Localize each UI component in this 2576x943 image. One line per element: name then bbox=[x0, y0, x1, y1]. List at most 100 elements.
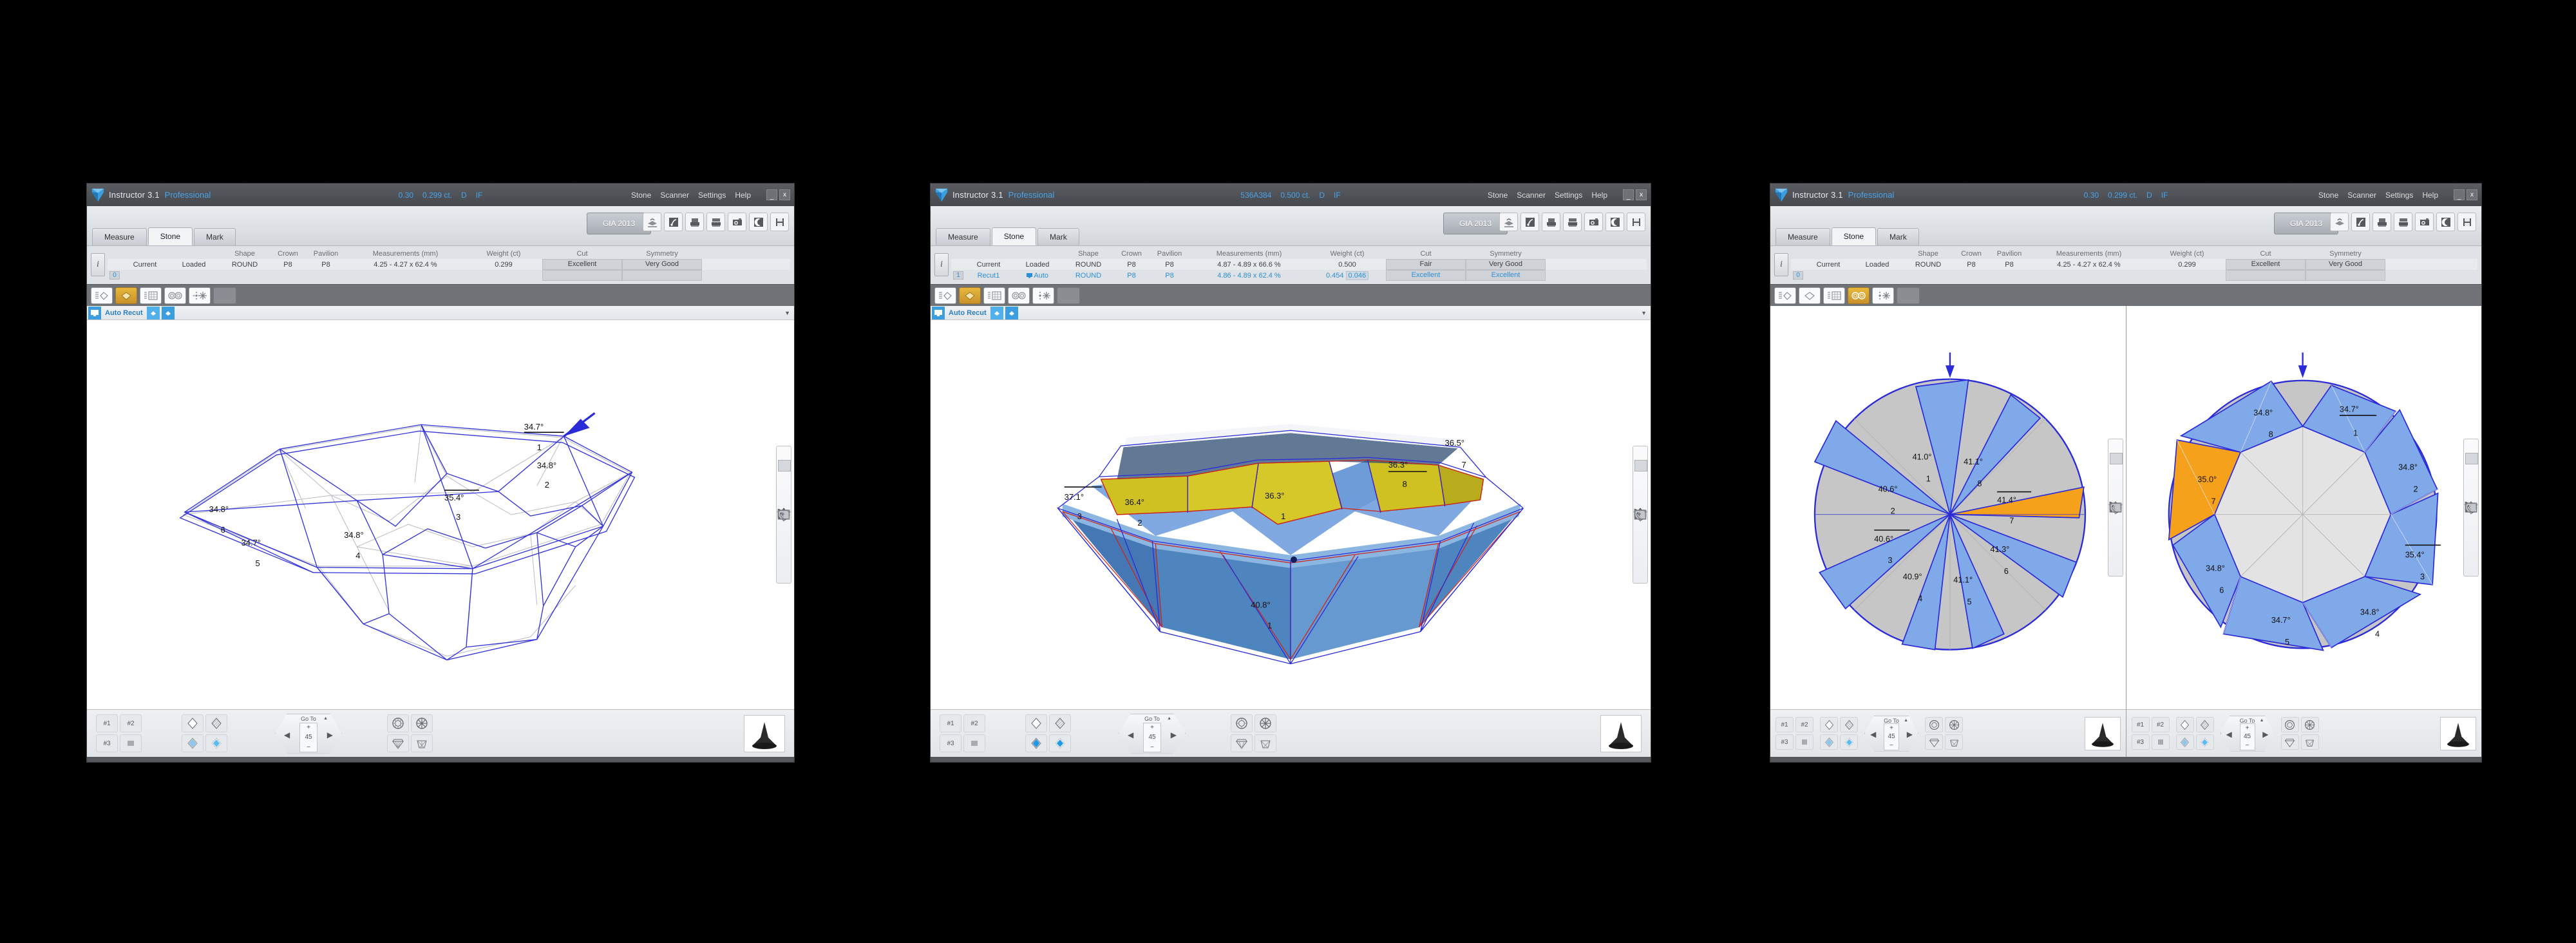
outline-diamond-icon[interactable] bbox=[182, 714, 204, 732]
caret-up-icon[interactable]: ▲ bbox=[1167, 716, 1171, 721]
table-list-icon[interactable] bbox=[983, 287, 1005, 304]
preset-1-button[interactable]: #1 bbox=[2131, 717, 2150, 732]
lines-icon[interactable] bbox=[120, 734, 142, 752]
table-row[interactable]: Current Loaded ROUND P8 P8 4.25 - 4.27 x… bbox=[108, 259, 790, 270]
grading-standard-button[interactable]: GIA 2013 bbox=[2274, 213, 2338, 234]
arrow-right-icon[interactable]: ▶ bbox=[1907, 730, 1913, 739]
round-top-icon[interactable] bbox=[1231, 714, 1253, 732]
grading-standard-button[interactable]: GIA 2013 bbox=[1443, 213, 1508, 234]
pavilion-side-icon[interactable] bbox=[2300, 734, 2319, 750]
arrow-left-icon[interactable]: ◀ bbox=[284, 730, 290, 739]
contrast-icon[interactable] bbox=[749, 213, 768, 231]
goto-plus[interactable]: + bbox=[1889, 725, 1893, 732]
preset-1-button[interactable]: #1 bbox=[940, 714, 961, 732]
asterisk-icon[interactable] bbox=[2300, 717, 2319, 732]
preset-2-button[interactable]: #2 bbox=[1795, 717, 1814, 732]
pavilion-side-icon[interactable] bbox=[411, 734, 433, 752]
scan-icon[interactable] bbox=[664, 213, 683, 231]
filled-diamond-icon[interactable] bbox=[1049, 734, 1071, 752]
goto-minus[interactable]: − bbox=[307, 744, 310, 751]
asterisk-icon[interactable] bbox=[1255, 714, 1276, 732]
preset-2-button[interactable]: #2 bbox=[2151, 717, 2170, 732]
blank-icon[interactable] bbox=[213, 287, 236, 304]
tab-stone[interactable]: Stone bbox=[991, 227, 1037, 245]
table-row[interactable]: Current Loaded ROUND P8 P8 4.25 - 4.27 x… bbox=[1791, 259, 2477, 270]
arrow-right-icon[interactable]: ▶ bbox=[327, 730, 333, 739]
minimize-button[interactable]: _ bbox=[766, 189, 777, 200]
table-list-icon[interactable] bbox=[140, 287, 162, 304]
pavilion-side-icon[interactable] bbox=[1255, 734, 1276, 752]
preset-3-button[interactable]: #3 bbox=[2131, 734, 2150, 750]
fit-screen-icon[interactable] bbox=[2109, 502, 2123, 575]
shaded-diamond-icon[interactable] bbox=[1025, 734, 1047, 752]
round-top-icon[interactable] bbox=[1925, 717, 1943, 732]
fit-screen-icon[interactable] bbox=[777, 510, 791, 582]
viewport-crown-top[interactable]: 34.7° 1 34.8° 2 35.4° 3 34.8° 4 34.7° 5 … bbox=[2126, 306, 2481, 709]
goto-control[interactable]: Go To ▲ ◀ ▶ + 45 − bbox=[1119, 713, 1186, 754]
menu-scanner[interactable]: Scanner bbox=[660, 191, 689, 200]
viewport-3d-solid[interactable]: 37.1° 3 36.4° 2 36.3° 1 36.3° 8 36.5° 7 … bbox=[931, 320, 1651, 709]
hatched-diamond-icon[interactable] bbox=[1049, 714, 1071, 732]
goto-control[interactable]: Go To ▲ ◀ ▶ + 45 − bbox=[275, 713, 342, 754]
goto-stepper[interactable]: + 45 − bbox=[1143, 722, 1161, 752]
blank-icon[interactable] bbox=[1897, 287, 1920, 304]
list-shape-icon[interactable] bbox=[934, 287, 956, 304]
tab-stone[interactable]: Stone bbox=[147, 227, 193, 245]
filled-diamond-icon[interactable] bbox=[205, 734, 227, 752]
goto-stepper[interactable]: + 45 − bbox=[1884, 723, 1899, 750]
lines-icon[interactable] bbox=[2151, 734, 2170, 750]
table-row[interactable]: Current Loaded ROUND P8 P8 4.87 - 4.89 x… bbox=[951, 259, 1647, 270]
info-icon[interactable]: i bbox=[1774, 252, 1788, 276]
brilliant-side-icon[interactable] bbox=[1231, 734, 1253, 752]
scan-icon[interactable] bbox=[1520, 213, 1539, 231]
round-top-icon[interactable] bbox=[2280, 717, 2299, 732]
print-icon[interactable] bbox=[2372, 213, 2391, 231]
brilliant-side-icon[interactable] bbox=[387, 734, 409, 752]
goto-control[interactable]: Go To ▲ ◀ ▶ + 45 − bbox=[1864, 715, 1918, 752]
caret-up-icon[interactable]: ▲ bbox=[1904, 718, 1908, 723]
asterisk-icon[interactable] bbox=[411, 714, 433, 732]
tab-measure[interactable]: Measure bbox=[92, 228, 147, 245]
tab-stone[interactable]: Stone bbox=[1831, 227, 1877, 245]
sparkle-icon[interactable] bbox=[189, 287, 211, 304]
hatched-diamond-icon[interactable] bbox=[205, 714, 227, 732]
tab-mark[interactable]: Mark bbox=[194, 228, 236, 245]
save-icon[interactable] bbox=[2458, 213, 2476, 231]
preset-3-button[interactable]: #3 bbox=[940, 734, 961, 752]
grading-standard-button[interactable]: GIA 2013 bbox=[587, 213, 651, 234]
report-icon[interactable] bbox=[706, 213, 725, 231]
menu-settings[interactable]: Settings bbox=[1555, 191, 1582, 200]
preset-2-button[interactable]: #2 bbox=[120, 714, 142, 732]
load-stone-icon[interactable] bbox=[1499, 213, 1518, 231]
goto-plus[interactable]: + bbox=[1150, 724, 1154, 731]
shaded-diamond-icon[interactable] bbox=[182, 734, 204, 752]
caret-up-icon[interactable]: ▲ bbox=[323, 716, 328, 721]
menu-settings[interactable]: Settings bbox=[2385, 191, 2413, 200]
viewport-3d-wireframe[interactable]: 34.7° 1 34.8° 2 35.4° 3 34.8° 4 34.7° 5 … bbox=[87, 320, 794, 709]
preset-3-button[interactable]: #3 bbox=[96, 734, 118, 752]
camera-icon[interactable] bbox=[1584, 213, 1603, 231]
contrast-icon[interactable] bbox=[1605, 213, 1624, 231]
info-icon[interactable]: i bbox=[91, 252, 105, 276]
two-circles-icon[interactable] bbox=[1848, 287, 1870, 304]
recut-icon-2[interactable] bbox=[161, 306, 175, 319]
chevron-down-icon[interactable]: ▼ bbox=[784, 310, 790, 316]
menu-stone[interactable]: Stone bbox=[1488, 191, 1508, 200]
arrow-left-icon[interactable]: ◀ bbox=[1128, 730, 1133, 739]
shape-icon[interactable] bbox=[959, 287, 981, 304]
menu-stone[interactable]: Stone bbox=[2318, 191, 2338, 200]
sparkle-icon[interactable] bbox=[1032, 287, 1054, 304]
brilliant-side-icon[interactable] bbox=[1925, 734, 1943, 750]
stone-thumbnail-icon[interactable] bbox=[1600, 714, 1642, 752]
list-shape-icon[interactable] bbox=[1774, 287, 1796, 304]
goto-minus[interactable]: − bbox=[1150, 744, 1154, 751]
round-top-icon[interactable] bbox=[387, 714, 409, 732]
preset-3-button[interactable]: #3 bbox=[1776, 734, 1794, 750]
close-button[interactable]: x bbox=[779, 189, 790, 200]
report-icon[interactable] bbox=[1563, 213, 1582, 231]
fit-screen-icon[interactable] bbox=[2465, 502, 2478, 575]
shape-icon[interactable] bbox=[115, 287, 137, 304]
shaded-diamond-icon[interactable] bbox=[2175, 734, 2194, 750]
preset-1-button[interactable]: #1 bbox=[96, 714, 118, 732]
viewport-pavilion-top[interactable]: 41.0° 1 40.6° 2 40.6° 3 40.9° 4 41.1° 5 … bbox=[1770, 306, 2126, 709]
